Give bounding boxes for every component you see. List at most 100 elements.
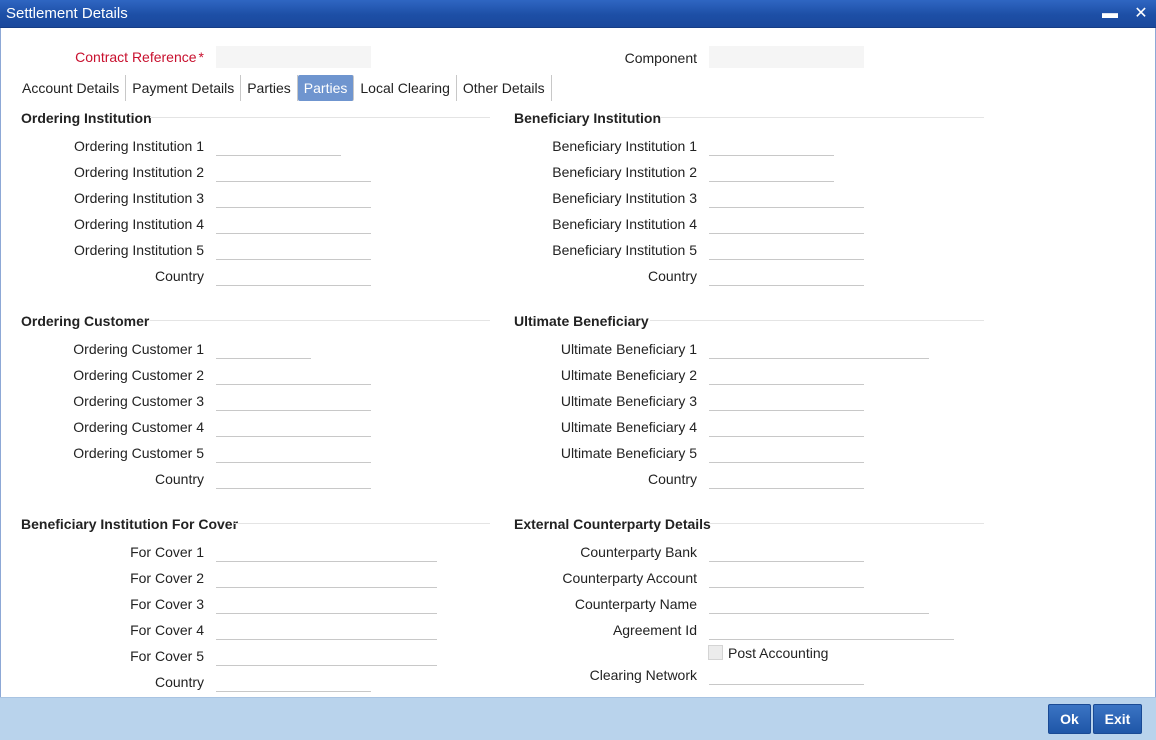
ordering-institution-1-label: Ordering Institution 1 [74, 138, 204, 154]
for-cover-4-input[interactable] [216, 618, 437, 640]
beneficiary-institution-3-label: Beneficiary Institution 3 [552, 190, 697, 206]
section-divider [650, 320, 984, 321]
section-divider [708, 523, 984, 524]
for-cover-2-input[interactable] [216, 566, 437, 588]
ultimate-beneficiary-country-input[interactable] [709, 467, 864, 489]
counterparty-name-input[interactable] [709, 592, 929, 614]
ordering-institution-3-input[interactable] [216, 186, 371, 208]
ordering-institution-title: Ordering Institution [21, 110, 152, 126]
section-divider [150, 320, 490, 321]
beneficiary-institution-3-input[interactable] [709, 186, 864, 208]
ordering-customer-4-input[interactable] [216, 415, 371, 437]
beneficiary-institution-1-label: Beneficiary Institution 1 [552, 138, 697, 154]
counterparty-account-input[interactable] [709, 566, 864, 588]
beneficiary-institution-country-input[interactable] [709, 264, 864, 286]
section-divider [660, 117, 984, 118]
ordering-customer-title: Ordering Customer [21, 313, 150, 329]
ultimate-beneficiary-5-label: Ultimate Beneficiary 5 [560, 445, 697, 461]
ordering-institution-4-input[interactable] [216, 212, 371, 234]
ordering-customer-5-label: Ordering Customer 5 [73, 445, 204, 461]
for-cover-4-label: For Cover 4 [130, 622, 204, 638]
ultimate-beneficiary-2-label: Ultimate Beneficiary 2 [560, 367, 697, 383]
tab-account-details[interactable]: Account Details [16, 75, 127, 101]
beneficiary-institution-5-input[interactable] [709, 238, 864, 260]
for-cover-3-input[interactable] [216, 592, 437, 614]
window-title: Settlement Details [6, 5, 128, 22]
ordering-institution-country-label: Country [154, 268, 204, 284]
ultimate-beneficiary-5-input[interactable] [709, 441, 864, 463]
ordering-customer-3-input[interactable] [216, 389, 371, 411]
tab-parties-active[interactable]: Parties [297, 75, 355, 101]
tab-other-details[interactable]: Other Details [457, 75, 552, 101]
ordering-institution-country-input[interactable] [216, 264, 371, 286]
ordering-customer-4-label: Ordering Customer 4 [73, 419, 204, 435]
exit-button[interactable]: Exit [1093, 704, 1142, 734]
agreement-id-input[interactable] [709, 618, 954, 640]
beneficiary-institution-4-input[interactable] [709, 212, 864, 234]
ordering-customer-2-input[interactable] [216, 363, 371, 385]
for-cover-5-label: For Cover 5 [130, 648, 204, 664]
section-divider [234, 523, 490, 524]
ordering-institution-5-input[interactable] [216, 238, 371, 260]
ultimate-beneficiary-1-label: Ultimate Beneficiary 1 [560, 341, 697, 357]
for-cover-3-label: For Cover 3 [130, 596, 204, 612]
for-cover-2-label: For Cover 2 [130, 570, 204, 586]
ordering-institution-2-label: Ordering Institution 2 [74, 164, 204, 180]
counterparty-bank-input[interactable] [709, 540, 864, 562]
ordering-customer-2-label: Ordering Customer 2 [73, 367, 204, 383]
beneficiary-institution-2-label: Beneficiary Institution 2 [552, 164, 697, 180]
tab-local-clearing[interactable]: Local Clearing [354, 75, 457, 101]
ultimate-beneficiary-3-input[interactable] [709, 389, 864, 411]
section-divider [150, 117, 490, 118]
ultimate-beneficiary-4-label: Ultimate Beneficiary 4 [560, 419, 697, 435]
minimize-icon[interactable]: ▬ [1099, 3, 1121, 25]
ordering-customer-5-input[interactable] [216, 441, 371, 463]
beneficiary-institution-1-input[interactable] [709, 134, 834, 156]
ultimate-beneficiary-country-label: Country [647, 471, 697, 487]
clearing-network-label: Clearing Network [589, 667, 697, 683]
agreement-id-label: Agreement Id [612, 622, 697, 638]
ultimate-beneficiary-1-input[interactable] [709, 337, 929, 359]
ordering-institution-2-input[interactable] [216, 160, 371, 182]
ultimate-beneficiary-title: Ultimate Beneficiary [514, 313, 649, 329]
ordering-institution-1-input[interactable] [216, 134, 341, 156]
contract-reference-label: Contract Reference * [75, 49, 204, 65]
for-cover-5-input[interactable] [216, 644, 437, 666]
beneficiary-institution-cover-title: Beneficiary Institution For Cover [21, 516, 239, 532]
clearing-network-input[interactable] [709, 663, 864, 685]
post-accounting-label: Post Accounting [728, 645, 829, 661]
ordering-customer-country-label: Country [154, 471, 204, 487]
counterparty-account-label: Counterparty Account [562, 570, 697, 586]
ordering-customer-3-label: Ordering Customer 3 [73, 393, 204, 409]
tab-parties[interactable]: Parties [241, 75, 298, 101]
beneficiary-institution-2-input[interactable] [709, 160, 834, 182]
beneficiary-institution-5-label: Beneficiary Institution 5 [552, 242, 697, 258]
ultimate-beneficiary-4-input[interactable] [709, 415, 864, 437]
ordering-institution-5-label: Ordering Institution 5 [74, 242, 204, 258]
ok-button[interactable]: Ok [1048, 704, 1091, 734]
ordering-customer-country-input[interactable] [216, 467, 371, 489]
external-counterparty-title: External Counterparty Details [514, 516, 711, 532]
for-cover-1-input[interactable] [216, 540, 437, 562]
ordering-institution-4-label: Ordering Institution 4 [74, 216, 204, 232]
counterparty-name-label: Counterparty Name [574, 596, 697, 612]
beneficiary-institution-title: Beneficiary Institution [514, 110, 662, 126]
for-cover-country-input[interactable] [216, 670, 371, 692]
beneficiary-institution-4-label: Beneficiary Institution 4 [552, 216, 697, 232]
ordering-customer-1-label: Ordering Customer 1 [73, 341, 204, 357]
ordering-institution-3-label: Ordering Institution 3 [74, 190, 204, 206]
beneficiary-institution-country-label: Country [647, 268, 697, 284]
close-icon[interactable]: ✕ [1130, 3, 1152, 25]
tab-payment-details[interactable]: Payment Details [126, 75, 242, 101]
ultimate-beneficiary-3-label: Ultimate Beneficiary 3 [560, 393, 697, 409]
ordering-customer-1-input[interactable] [216, 337, 311, 359]
component-input[interactable] [709, 46, 864, 68]
contract-reference-input[interactable] [216, 46, 371, 68]
contract-reference-label-text: Contract Reference [75, 49, 197, 65]
for-cover-1-label: For Cover 1 [130, 544, 204, 560]
footer-bar [0, 697, 1156, 740]
ultimate-beneficiary-2-input[interactable] [709, 363, 864, 385]
post-accounting-checkbox[interactable] [708, 645, 723, 660]
counterparty-bank-label: Counterparty Bank [580, 544, 697, 560]
window-titlebar: Settlement Details ▬ ✕ [0, 0, 1156, 28]
